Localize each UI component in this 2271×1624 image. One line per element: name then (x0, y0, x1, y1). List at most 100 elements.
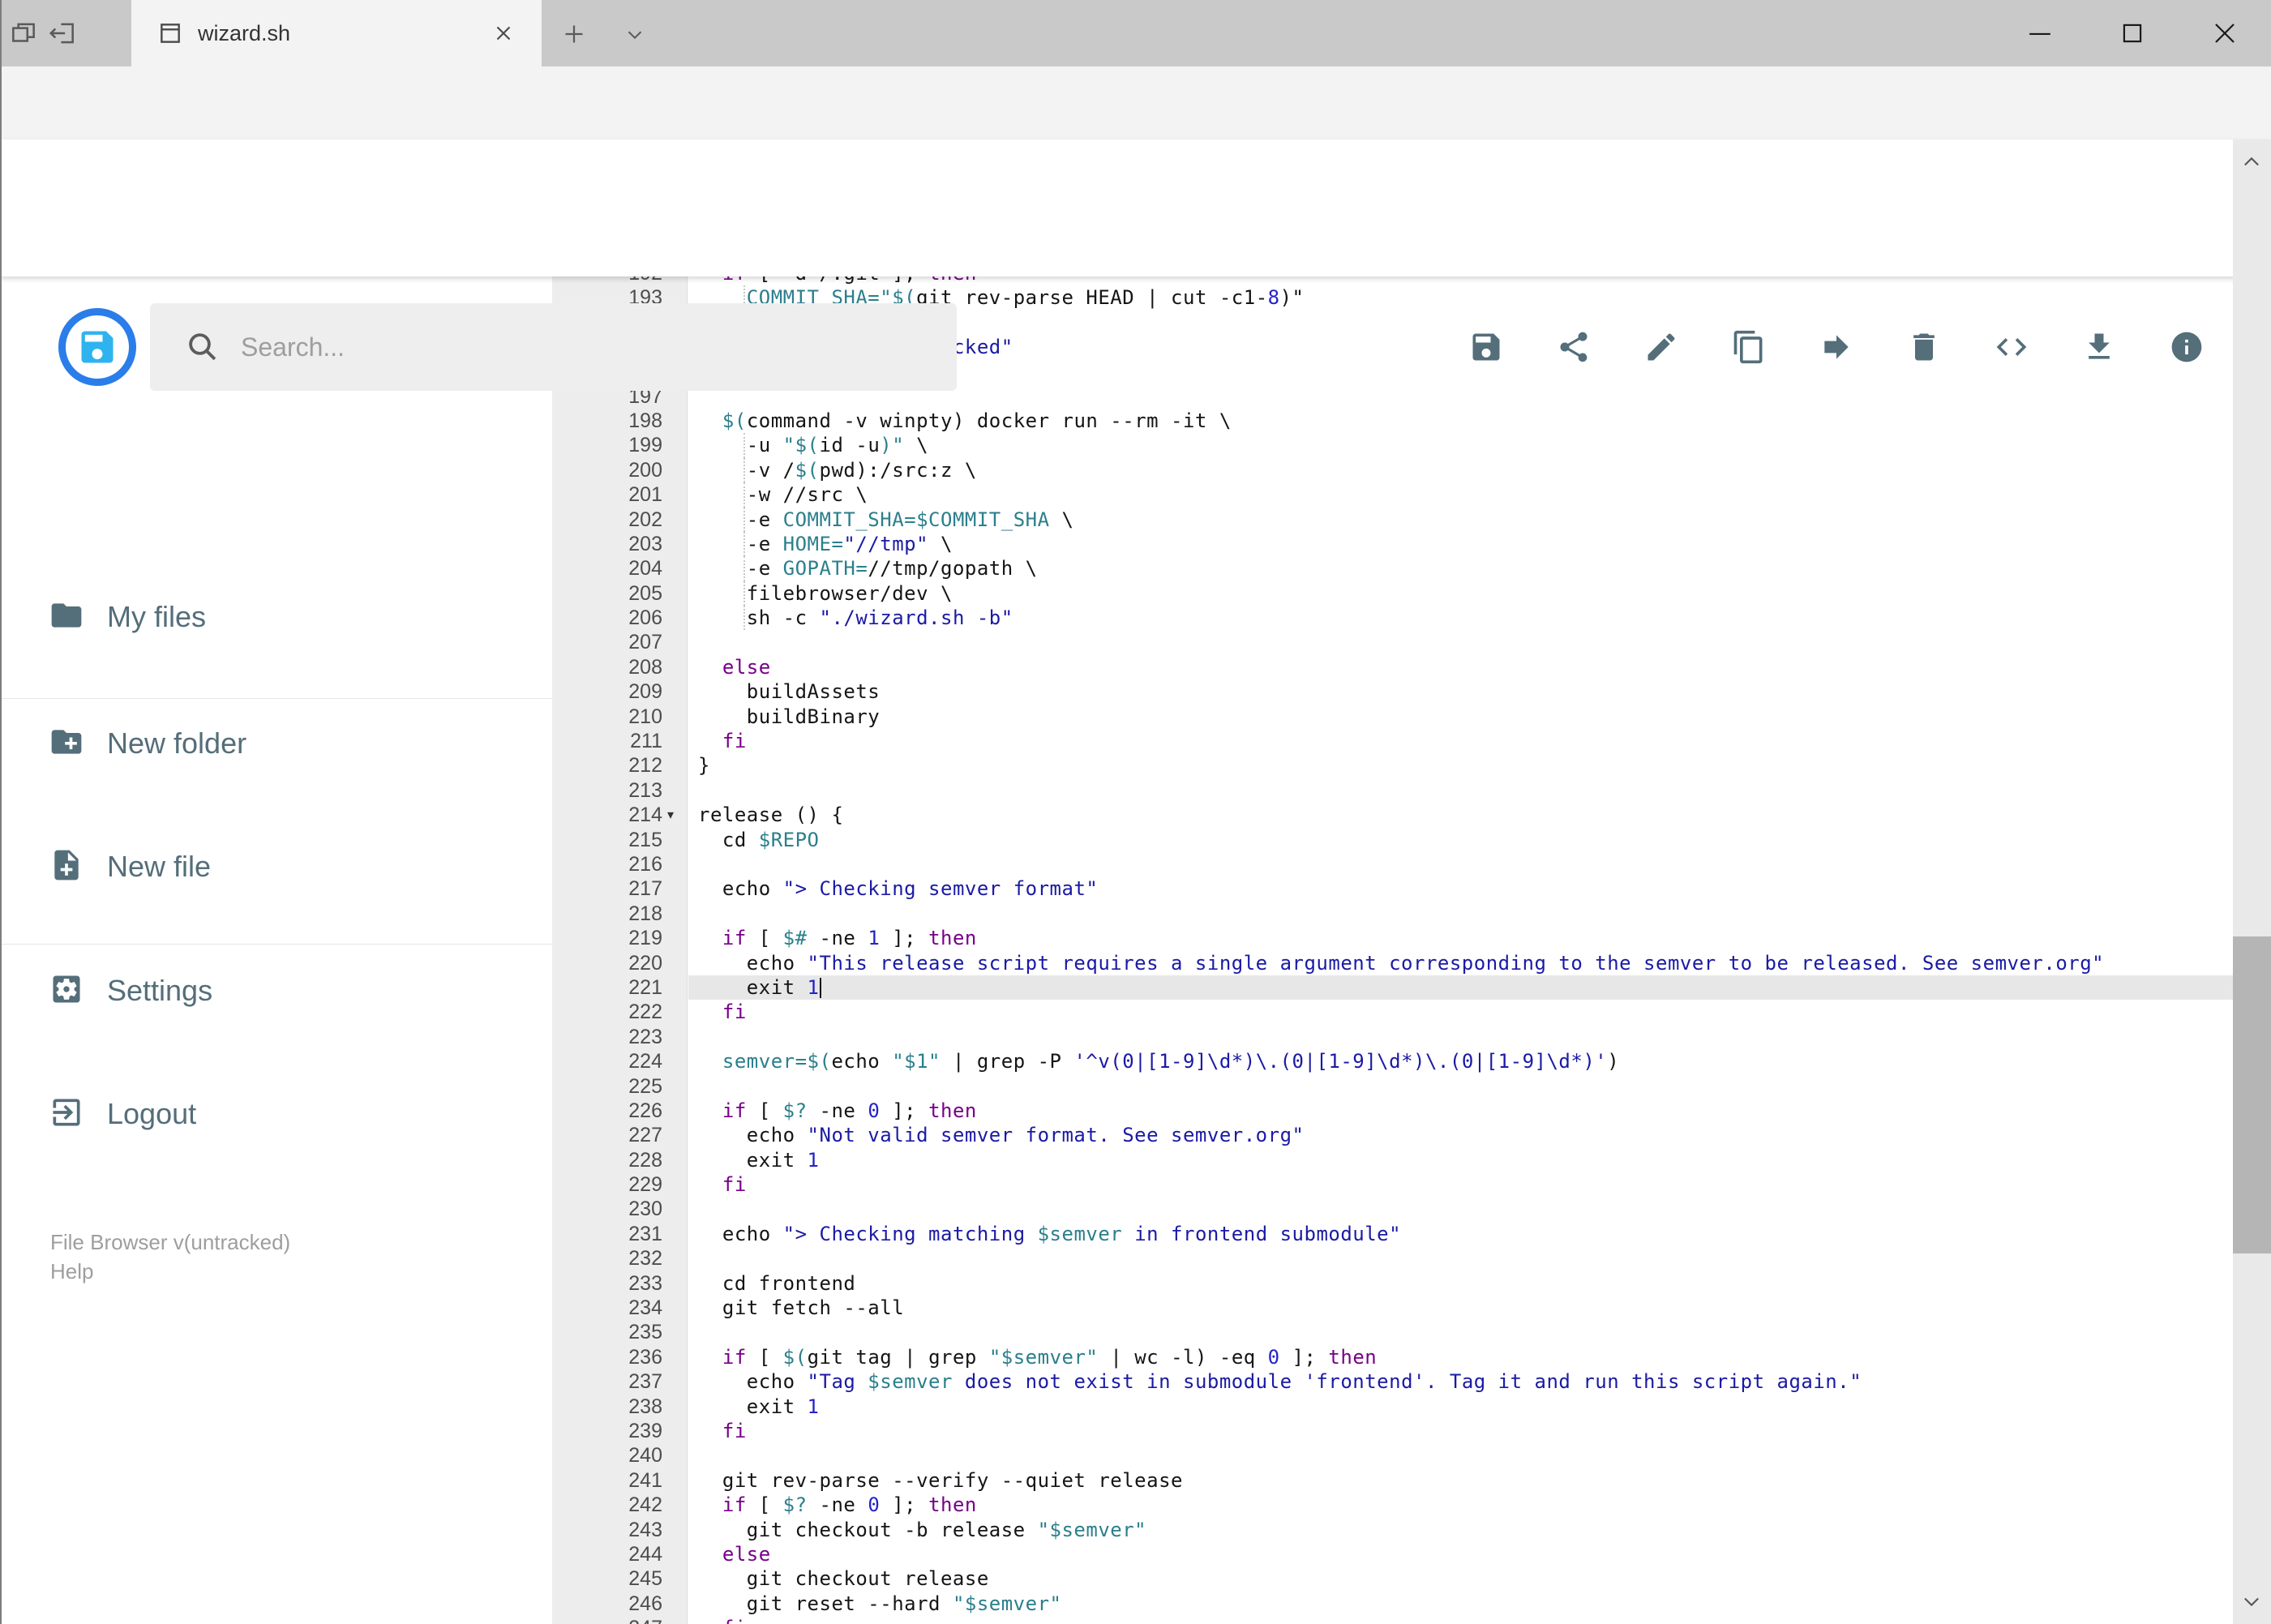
code-line-235[interactable]: 235 (552, 1320, 2233, 1344)
code-text[interactable]: echo "> Checking matching $semver in fro… (698, 1222, 1401, 1246)
code-line-221[interactable]: 221 exit 1 (552, 975, 2233, 1001)
close-tab-icon[interactable] (491, 21, 516, 45)
code-line-224[interactable]: 224 semver=$(echo "$1" | grep -P '^v(0|[… (552, 1049, 2233, 1073)
code-text[interactable]: if [ $(git tag | grep "$semver" | wc -l)… (698, 1345, 1377, 1369)
code-line-215[interactable]: 215 cd $REPO (552, 828, 2233, 852)
code-text[interactable]: filebrowser/dev \ (698, 581, 953, 606)
code-line-244[interactable]: 244 else (552, 1542, 2233, 1566)
code-line-218[interactable]: 218 (552, 902, 2233, 926)
code-line-226[interactable]: 226 if [ $? -ne 0 ]; then (552, 1099, 2233, 1123)
code-line-210[interactable]: 210 buildBinary (552, 705, 2233, 729)
code-line-217[interactable]: 217 echo "> Checking semver format" (552, 876, 2233, 901)
set-tabs-aside-icon[interactable] (47, 18, 78, 49)
code-line-209[interactable]: 209 buildAssets (552, 679, 2233, 704)
code-line-225[interactable]: 225 (552, 1074, 2233, 1099)
code-text[interactable]: git reset --hard "$semver" (698, 1592, 1061, 1616)
tab-list-chevron-icon[interactable] (623, 23, 653, 54)
code-line-227[interactable]: 227 echo "Not valid semver format. See s… (552, 1123, 2233, 1147)
code-text[interactable]: fi (698, 1616, 747, 1624)
code-line-247[interactable]: 247 fi (552, 1616, 2233, 1624)
code-line-207[interactable]: 207 (552, 630, 2233, 654)
code-text[interactable]: buildBinary (698, 705, 880, 729)
code-text[interactable]: -v /$(pwd):/src:z \ (698, 457, 977, 483)
code-text[interactable]: if [ -d /.git ]; then (698, 276, 977, 285)
code-text[interactable]: echo "> Checking semver format" (698, 876, 1098, 901)
code-line-203[interactable]: 203 -e HOME="//tmp" \ (552, 531, 2233, 557)
code-text[interactable]: git fetch --all (698, 1296, 904, 1320)
code-text[interactable]: git rev-parse --verify --quiet release (698, 1468, 1183, 1493)
code-line-233[interactable]: 233 cd frontend (552, 1271, 2233, 1296)
code-line-199[interactable]: 199 -u "$(id -u)" \ (552, 433, 2233, 459)
code-text[interactable]: -e GOPATH=//tmp/gopath \ (698, 556, 1038, 582)
code-line-241[interactable]: 241 git rev-parse --verify --quiet relea… (552, 1468, 2233, 1493)
code-text[interactable]: cd $REPO (698, 828, 820, 852)
code-text[interactable]: fi (698, 1000, 747, 1024)
code-text[interactable]: release () { (698, 803, 843, 827)
code-line-205[interactable]: 205 filebrowser/dev \ (552, 581, 2233, 606)
code-text[interactable]: if [ $# -ne 1 ]; then (698, 926, 977, 950)
new-tab-icon[interactable] (559, 19, 590, 50)
code-text[interactable]: exit 1 (698, 1148, 820, 1172)
code-text[interactable]: git checkout release (698, 1566, 989, 1591)
code-text[interactable]: if [ $? -ne 0 ]; then (698, 1493, 977, 1517)
code-line-220[interactable]: 220 echo "This release script requires a… (552, 951, 2233, 975)
code-line-238[interactable]: 238 exit 1 (552, 1395, 2233, 1419)
code-text[interactable]: -e COMMIT_SHA=$COMMIT_SHA \ (698, 507, 1073, 533)
code-line-245[interactable]: 245 git checkout release (552, 1566, 2233, 1591)
code-line-236[interactable]: 236 if [ $(git tag | grep "$semver" | wc… (552, 1345, 2233, 1369)
code-text[interactable]: else (698, 1542, 771, 1566)
code-text[interactable]: if [ $? -ne 0 ]; then (698, 1099, 977, 1123)
code-line-234[interactable]: 234 git fetch --all (552, 1296, 2233, 1320)
code-line-212[interactable]: 212} (552, 753, 2233, 778)
code-text[interactable]: echo "This release script requires a sin… (698, 951, 2104, 975)
code-line-202[interactable]: 202 -e COMMIT_SHA=$COMMIT_SHA \ (552, 507, 2233, 533)
code-text[interactable]: } (698, 753, 710, 778)
info-icon[interactable] (2169, 329, 2205, 365)
code-line-192[interactable]: 192 if [ -d /.git ]; then (552, 276, 2233, 285)
code-line-219[interactable]: 219 if [ $# -ne 1 ]; then (552, 926, 2233, 950)
code-text[interactable]: fi (698, 1419, 747, 1443)
code-line-242[interactable]: 242 if [ $? -ne 0 ]; then (552, 1493, 2233, 1517)
code-text[interactable]: $(command -v winpty) docker run --rm -it… (698, 409, 1232, 433)
code-text[interactable]: -w //src \ (698, 482, 868, 508)
code-line-231[interactable]: 231 echo "> Checking matching $semver in… (552, 1222, 2233, 1246)
code-line-200[interactable]: 200 -v /$(pwd):/src:z \ (552, 457, 2233, 483)
copy-icon[interactable] (1731, 329, 1767, 365)
scrollbar-thumb[interactable] (2233, 936, 2271, 1253)
code-line-208[interactable]: 208 else (552, 655, 2233, 679)
code-editor[interactable]: 192 if [ -d /.git ]; then193 COMMIT_SHA=… (552, 276, 2233, 1624)
sidebar-item-my-files[interactable]: My files (0, 585, 552, 649)
sidebar-item-new-folder[interactable]: New folder (0, 711, 552, 776)
code-line-239[interactable]: 239 fi (552, 1419, 2233, 1443)
code-text[interactable]: else (698, 655, 771, 679)
code-text[interactable]: semver=$(echo "$1" | grep -P '^v(0|[1-9]… (698, 1049, 1619, 1073)
page-scrollbar[interactable] (2233, 139, 2271, 1624)
share-icon[interactable] (1556, 329, 1592, 365)
download-icon[interactable] (2081, 329, 2117, 365)
code-line-201[interactable]: 201 -w //src \ (552, 482, 2233, 508)
fold-marker-icon[interactable]: ▾ (667, 803, 688, 827)
code-text[interactable]: fi (698, 1172, 747, 1197)
code-line-243[interactable]: 243 git checkout -b release "$semver" (552, 1518, 2233, 1542)
code-line-206[interactable]: 206 sh -c "./wizard.sh -b" (552, 606, 2233, 631)
tab-preview-icon[interactable] (8, 18, 39, 49)
code-line-204[interactable]: 204 -e GOPATH=//tmp/gopath \ (552, 556, 2233, 582)
code-text[interactable]: fi (698, 729, 747, 753)
code-line-229[interactable]: 229 fi (552, 1172, 2233, 1197)
sidebar-item-logout[interactable]: Logout (0, 1082, 552, 1146)
sidebar-item-new-file[interactable]: New file (0, 834, 552, 899)
code-line-214[interactable]: 214 ▾ release () { (552, 803, 2233, 827)
code-line-222[interactable]: 222 fi (552, 1000, 2233, 1024)
sidebar-item-settings[interactable]: Settings (0, 958, 552, 1023)
code-text[interactable]: echo "Tag $semver does not exist in subm… (698, 1369, 1862, 1394)
minimize-button[interactable] (1994, 0, 2086, 66)
source-code-icon[interactable] (1994, 329, 2029, 365)
search-input[interactable] (241, 332, 906, 362)
code-line-240[interactable]: 240 (552, 1443, 2233, 1468)
scroll-up-icon[interactable] (2240, 151, 2263, 174)
code-line-230[interactable]: 230 (552, 1197, 2233, 1221)
scroll-down-icon[interactable] (2240, 1590, 2263, 1613)
maximize-button[interactable] (2086, 0, 2179, 66)
code-text[interactable]: exit 1 (698, 1395, 820, 1419)
help-link[interactable]: Help (50, 1259, 93, 1284)
